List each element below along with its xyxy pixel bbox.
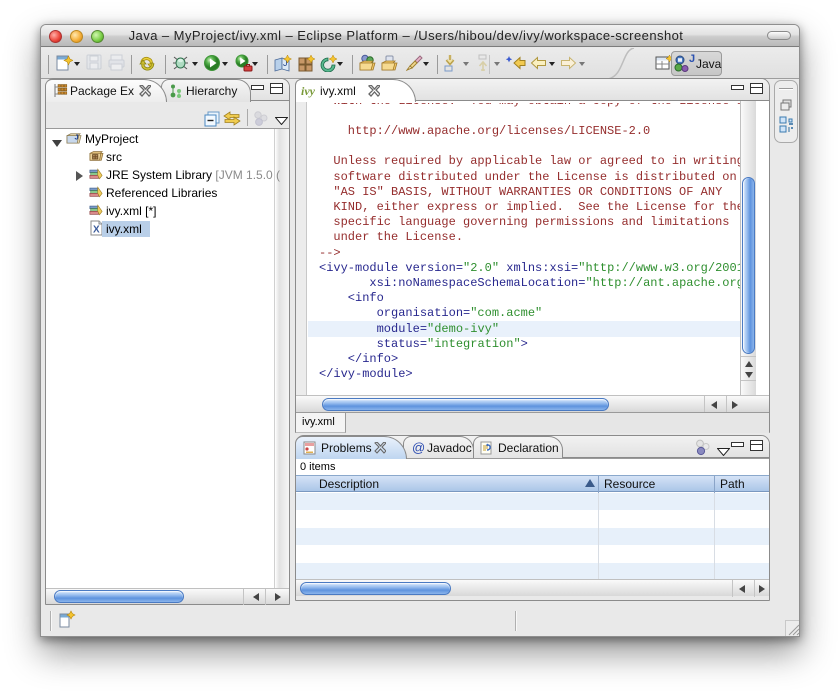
svg-text:J: J bbox=[74, 132, 78, 141]
svg-text:X: X bbox=[93, 225, 100, 236]
svg-text:ivy: ivy bbox=[301, 84, 316, 98]
